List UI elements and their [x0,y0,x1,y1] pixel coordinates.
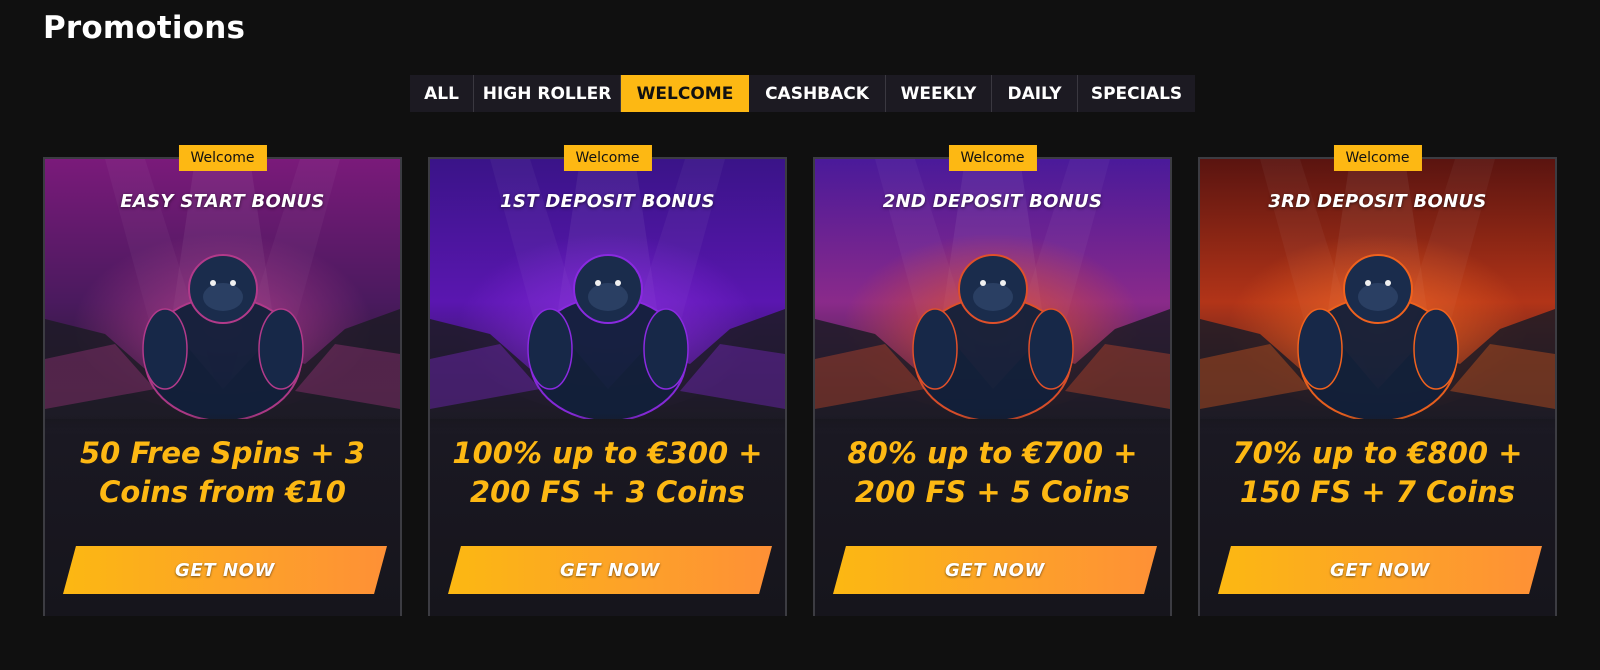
category-badge: Welcome [563,145,652,171]
promo-offer-line: 200 FS + 5 Coins [854,475,1131,509]
promo-title: EASY START BONUS [120,191,325,212]
tab-high-roller[interactable]: HIGH ROLLER [474,75,621,112]
promotion-cards: Welcome EASY START BONUS 50 Free Spins +… [43,143,1561,618]
promo-card: Welcome 2ND DEPOSIT BONUS 80% up to €700… [813,145,1172,616]
get-now-button[interactable]: GET NOW [63,546,387,594]
promo-offer-line: 50 Free Spins + 3 [80,436,365,470]
promo-offer-line: 150 FS + 7 Coins [1239,475,1516,509]
promo-offer-line: 200 FS + 3 Coins [469,475,746,509]
tab-specials[interactable]: SPECIALS [1078,75,1195,112]
category-badge: Welcome [178,145,267,171]
tab-welcome[interactable]: WELCOME [621,75,749,112]
tab-weekly[interactable]: WEEKLY [886,75,992,112]
tab-daily[interactable]: DAILY [992,75,1078,112]
promo-offer-line: 70% up to €800 + [1232,436,1523,470]
get-now-button[interactable]: GET NOW [833,546,1157,594]
promo-card: Welcome EASY START BONUS 50 Free Spins +… [43,145,402,616]
promotion-category-tabs: ALL HIGH ROLLER WELCOME CASHBACK WEEKLY … [410,75,1195,112]
promo-offer-line: 80% up to €700 + [847,436,1138,470]
tab-cashback[interactable]: CASHBACK [749,75,886,112]
promo-offer: 70% up to €800 + 150 FS + 7 Coins [1210,434,1545,512]
promo-offer: 50 Free Spins + 3 Coins from €10 [55,434,390,512]
category-badge: Welcome [948,145,1037,171]
get-now-button[interactable]: GET NOW [448,546,772,594]
promo-title: 2ND DEPOSIT BONUS [882,191,1103,212]
promo-offer-line: Coins from €10 [99,475,346,509]
category-badge: Welcome [1333,145,1422,171]
get-now-button[interactable]: GET NOW [1218,546,1542,594]
promo-offer: 100% up to €300 + 200 FS + 3 Coins [440,434,775,512]
promo-offer-line: 100% up to €300 + [452,436,763,470]
page-title: Promotions [43,10,246,46]
promo-card: Welcome 1ST DEPOSIT BONUS 100% up to €30… [428,145,787,616]
promo-title: 3RD DEPOSIT BONUS [1268,191,1487,212]
tab-all[interactable]: ALL [410,75,474,112]
promo-title: 1ST DEPOSIT BONUS [500,191,715,212]
promo-card: Welcome 3RD DEPOSIT BONUS 70% up to €800… [1198,145,1557,616]
promo-offer: 80% up to €700 + 200 FS + 5 Coins [825,434,1160,512]
